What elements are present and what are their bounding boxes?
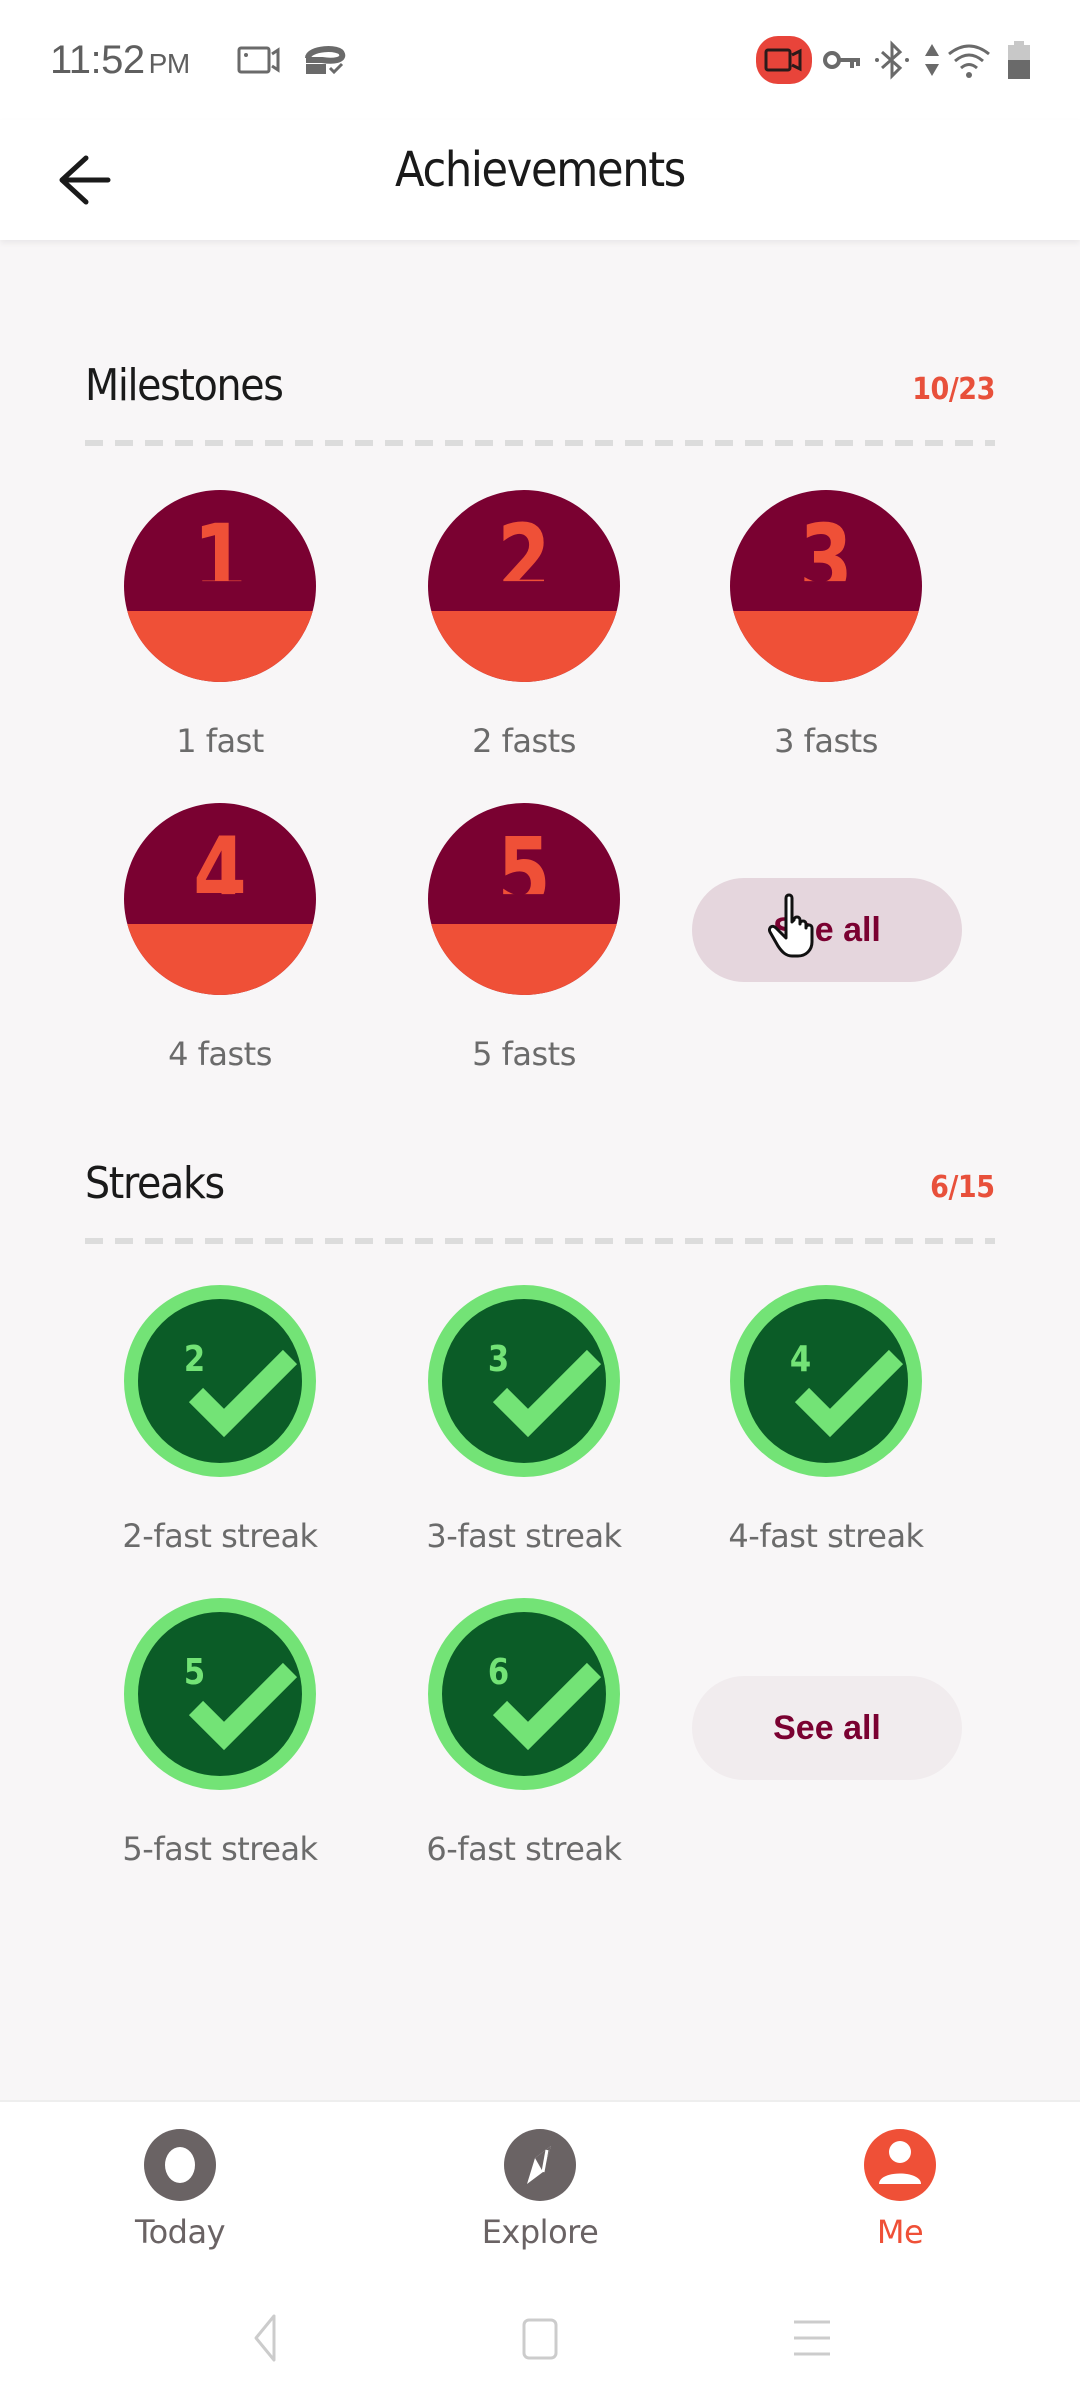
- nav-label: Explore: [481, 2213, 599, 2251]
- milestone-badge-item[interactable]: 4 4 fasts: [70, 803, 370, 1073]
- home-square-icon[interactable]: [510, 2310, 570, 2370]
- milestone-badge-icon: 4: [124, 803, 316, 995]
- status-time: 11:52 PM: [50, 38, 190, 83]
- milestone-badge-item[interactable]: 1 1 fast: [70, 490, 370, 760]
- streaks-divider: [85, 1238, 995, 1244]
- milestone-badge-number: 5: [497, 817, 551, 929]
- page-title: Achievements: [395, 142, 686, 198]
- streak-badge-item[interactable]: 6 6-fast streak: [374, 1598, 674, 1868]
- nav-item-me[interactable]: Me: [800, 2128, 1000, 2251]
- milestones-count: 10/23: [912, 372, 995, 407]
- milestone-badge-icon: 2: [428, 490, 620, 682]
- streak-badge-item[interactable]: 5 5-fast streak: [70, 1598, 370, 1868]
- milestone-badge-number: 1: [193, 504, 247, 616]
- bottom-nav: Today Explore Me: [0, 2100, 1080, 2280]
- milestone-badge-number: 3: [799, 504, 853, 616]
- battery-icon: [1008, 41, 1030, 79]
- nav-label: Me: [876, 2213, 924, 2251]
- milestones-title: Milestones: [85, 360, 284, 411]
- milestone-badge-icon: 5: [428, 803, 620, 995]
- streak-badge-icon: 6: [428, 1598, 620, 1790]
- milestone-badge-label: 3 fasts: [774, 722, 878, 760]
- wifi-icon: [948, 44, 990, 78]
- streaks-count: 6/15: [930, 1170, 996, 1205]
- streak-badge-label: 3-fast streak: [426, 1517, 622, 1555]
- milestone-badge-label: 1 fast: [176, 722, 264, 760]
- bluetooth-icon: [875, 40, 909, 80]
- checkmark-icon: [188, 1662, 298, 1751]
- compass-icon: [504, 2129, 576, 2201]
- milestone-badge-icon: 3: [730, 490, 922, 682]
- streak-badge-icon: 3: [428, 1285, 620, 1477]
- profile-icon: [864, 2129, 936, 2201]
- streak-badge-icon: 4: [730, 1285, 922, 1477]
- status-time-ampm: PM: [148, 48, 191, 79]
- streak-badge-label: 2-fast streak: [122, 1517, 318, 1555]
- streaks-section-header: Streaks 6/15: [85, 1148, 995, 1238]
- streak-badge-label: 6-fast streak: [426, 1830, 622, 1868]
- checkmark-icon: [492, 1349, 602, 1438]
- milestone-badge-icon: 1: [124, 490, 316, 682]
- checkmark-icon: [794, 1349, 904, 1438]
- status-time-value: 11:52: [50, 38, 145, 82]
- data-arrows-icon: [925, 44, 939, 76]
- recording-active-icon: [756, 36, 812, 84]
- hand-pointer-cursor-icon: [768, 893, 814, 958]
- milestone-badge-label: 5 fasts: [472, 1035, 576, 1073]
- streak-badge-item[interactable]: 3 3-fast streak: [374, 1285, 674, 1555]
- streaks-title: Streaks: [85, 1158, 225, 1209]
- streak-badge-icon: 5: [124, 1598, 316, 1790]
- milestones-divider: [85, 440, 995, 446]
- streak-badge-item[interactable]: 4 4-fast streak: [676, 1285, 976, 1555]
- achievements-content[interactable]: Milestones 10/23 1 1 fast 2 2 fasts 3 3 …: [0, 240, 1080, 2100]
- milestone-badge-label: 4 fasts: [168, 1035, 272, 1073]
- nav-item-explore[interactable]: Explore: [440, 2128, 640, 2251]
- system-nav-bar: [0, 2280, 1080, 2400]
- back-triangle-icon[interactable]: [236, 2310, 296, 2370]
- today-ring-icon: [144, 2129, 216, 2201]
- sync-icon: [305, 46, 346, 75]
- milestone-badge-number: 4: [193, 817, 247, 929]
- streak-badge-icon: 2: [124, 1285, 316, 1477]
- app-bar: Achievements: [0, 120, 1080, 240]
- recents-menu-icon[interactable]: [782, 2310, 842, 2370]
- streaks-see-all-button[interactable]: See all: [692, 1676, 962, 1780]
- milestone-badge-item[interactable]: 3 3 fasts: [676, 490, 976, 760]
- streak-badge-label: 5-fast streak: [122, 1830, 318, 1868]
- milestone-badge-label: 2 fasts: [472, 722, 576, 760]
- streak-badge-label: 4-fast streak: [728, 1517, 924, 1555]
- screen-record-icon: [237, 46, 280, 74]
- milestone-badge-number: 2: [497, 504, 551, 616]
- vpn-key-icon: [823, 51, 860, 69]
- streak-badge-item[interactable]: 2 2-fast streak: [70, 1285, 370, 1555]
- milestone-badge-item[interactable]: 5 5 fasts: [374, 803, 674, 1073]
- status-bar: 11:52 PM: [0, 0, 1080, 120]
- milestones-section-header: Milestones 10/23: [85, 350, 995, 440]
- nav-item-today[interactable]: Today: [80, 2128, 280, 2251]
- nav-label: Today: [134, 2213, 226, 2251]
- checkmark-icon: [492, 1662, 602, 1751]
- milestone-badge-item[interactable]: 2 2 fasts: [374, 490, 674, 760]
- checkmark-icon: [188, 1349, 298, 1438]
